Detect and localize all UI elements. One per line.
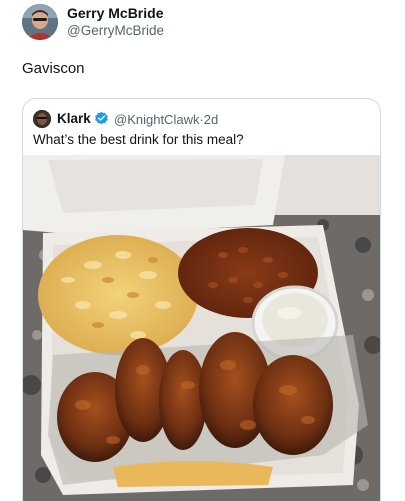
- post-text: Gaviscon: [22, 60, 85, 77]
- quoted-author-handle[interactable]: @KnightClawk: [114, 112, 199, 127]
- post-age[interactable]: 2d: [204, 112, 218, 127]
- meal-photo-image: [23, 155, 380, 501]
- quoted-author-name[interactable]: Klark: [57, 111, 91, 126]
- post-header: Gerry McBride @GerryMcBride: [22, 2, 382, 44]
- quoted-post[interactable]: Klark @KnightClawk·2d What’s the best dr…: [22, 98, 381, 501]
- quoted-post-header: Klark @KnightClawk·2d: [33, 109, 373, 129]
- quoted-author-meta[interactable]: @KnightClawk·2d: [114, 112, 218, 127]
- meal-photo[interactable]: [23, 155, 380, 501]
- quoted-author-avatar[interactable]: [33, 110, 51, 128]
- author-avatar[interactable]: [22, 4, 58, 40]
- quoted-post-text: What’s the best drink for this meal?: [33, 132, 244, 147]
- author-name[interactable]: Gerry McBride: [67, 5, 163, 21]
- author-handle[interactable]: @GerryMcBride: [67, 23, 164, 38]
- verified-badge-icon: [95, 111, 108, 125]
